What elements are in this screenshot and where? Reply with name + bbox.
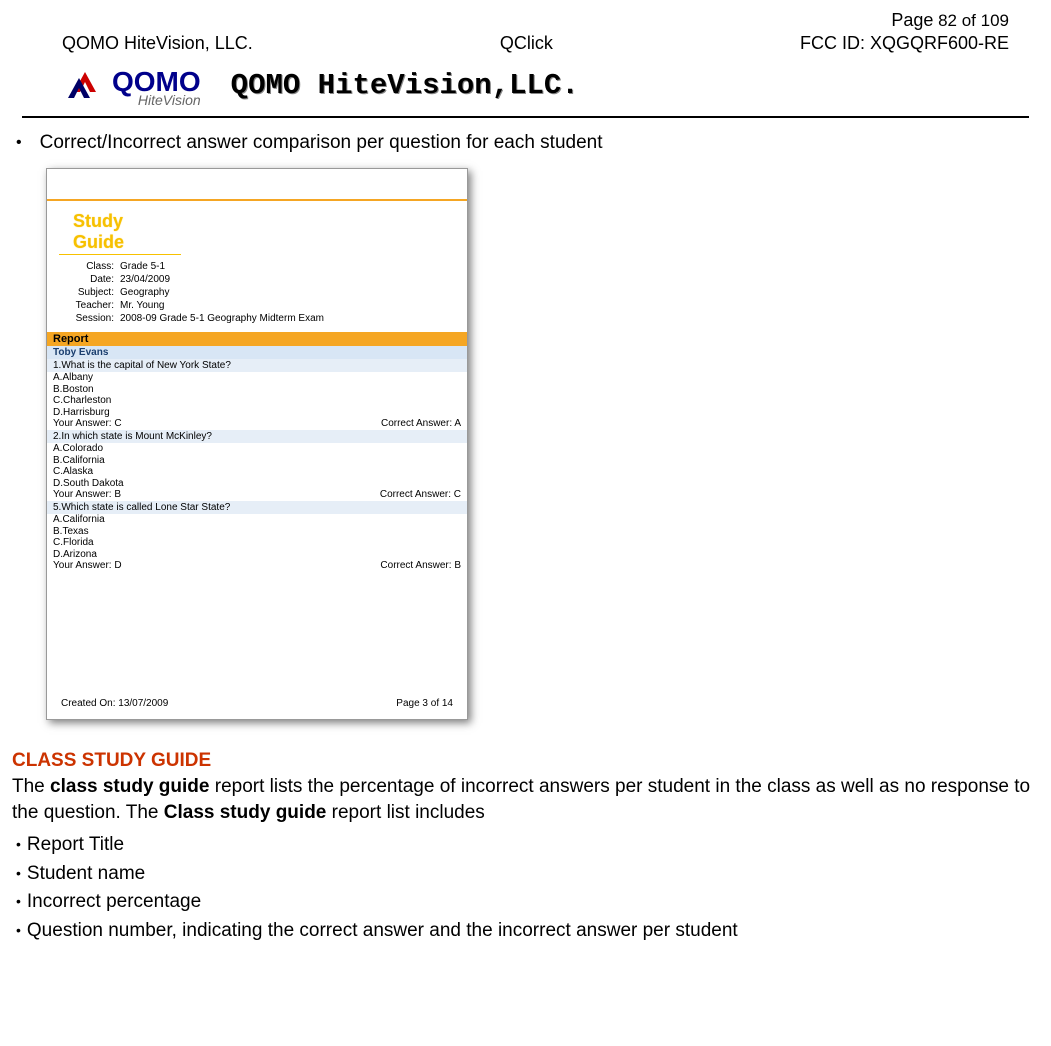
ss-meta-subject: Subject:Geography <box>59 287 455 298</box>
ss-q2-correct: Correct Answer: C <box>380 489 461 500</box>
ss-meta-date: Date:23/04/2009 <box>59 274 455 285</box>
bullet-line-main: • Correct/Incorrect answer comparison pe… <box>12 132 1039 154</box>
ss-footer: Created On: 13/07/2009 Page 3 of 14 <box>47 692 467 719</box>
ss-q2-your: Your Answer: B <box>53 489 121 500</box>
logo-row: QOMO HiteVision QOMO HiteVision,LLC. <box>12 62 1039 108</box>
ss-q3-optB: B.Texas <box>47 526 467 538</box>
ss-q2-optA: A.Colorado <box>47 443 467 455</box>
logo-title: QOMO HiteVision,LLC. <box>231 69 579 102</box>
logo-text-main: QOMO <box>112 69 201 94</box>
bullet-dot-icon: • <box>16 831 21 857</box>
header-rule <box>22 116 1029 118</box>
ss-footer-right: Page 3 of 14 <box>396 698 453 709</box>
ss-q3-optA: A.California <box>47 514 467 526</box>
ss-q1-correct: Correct Answer: A <box>381 418 461 429</box>
header-center: QClick <box>500 33 553 54</box>
ss-q1-optA: A.Albany <box>47 372 467 384</box>
bullet-dot-icon: • <box>16 132 22 154</box>
ss-q2-optC: C.Alaska <box>47 466 467 478</box>
ss-question-1: 1.What is the capital of New York State?… <box>47 359 467 430</box>
ss-q2-answers: Your Answer: B Correct Answer: C <box>47 489 467 501</box>
ss-q1-answers: Your Answer: C Correct Answer: A <box>47 418 467 430</box>
header-right: FCC ID: XQGQRF600-RE <box>800 33 1009 54</box>
ss-q3-text: 5.Which state is called Lone Star State? <box>47 501 467 514</box>
bullet-text: Correct/Incorrect answer comparison per … <box>40 132 603 154</box>
ss-q1-your: Your Answer: C <box>53 418 122 429</box>
page-number: 82 of 109 <box>938 11 1009 30</box>
section-bullet-1: •Report Title <box>12 831 1039 860</box>
ss-q2-optB: B.California <box>47 455 467 467</box>
section-heading: CLASS STUDY GUIDE <box>12 750 1039 772</box>
ss-q2-text: 2.In which state is Mount McKinley? <box>47 430 467 443</box>
bullet-dot-icon: • <box>16 917 21 943</box>
ss-meta-session: Session:2008-09 Grade 5-1 Geography Midt… <box>59 313 455 324</box>
ss-student-name: Toby Evans <box>47 346 467 359</box>
ss-q1-optC: C.Charleston <box>47 395 467 407</box>
ss-q3-optC: C.Florida <box>47 537 467 549</box>
ss-q3-correct: Correct Answer: B <box>380 560 461 571</box>
section-bullet-3: •Incorrect percentage <box>12 888 1039 917</box>
ss-meta: Class:Grade 5-1 Date:23/04/2009 Subject:… <box>47 255 467 332</box>
ss-meta-class: Class:Grade 5-1 <box>59 261 455 272</box>
ss-q1-optB: B.Boston <box>47 384 467 396</box>
bullet-dot-icon: • <box>16 888 21 914</box>
section-paragraph: The class study guide report lists the p… <box>12 774 1039 825</box>
ss-q2-optD: D.South Dakota <box>47 478 467 490</box>
ss-question-3: 5.Which state is called Lone Star State?… <box>47 501 467 572</box>
logo-icon <box>62 62 108 108</box>
bullet-dot-icon: • <box>16 860 21 886</box>
page-label: Page <box>891 10 933 30</box>
ss-question-2: 2.In which state is Mount McKinley? A.Co… <box>47 430 467 501</box>
page-header-top: Page 82 of 109 <box>12 10 1039 31</box>
header-row: QOMO HiteVision, LLC. QClick FCC ID: XQG… <box>12 31 1039 58</box>
study-guide-screenshot: Study Guide Class:Grade 5-1 Date:23/04/2… <box>46 168 468 720</box>
ss-q3-answers: Your Answer: D Correct Answer: B <box>47 560 467 572</box>
section-bullet-2: •Student name <box>12 860 1039 889</box>
ss-meta-teacher: Teacher:Mr. Young <box>59 300 455 311</box>
header-left: QOMO HiteVision, LLC. <box>62 33 253 54</box>
ss-footer-left: Created On: 13/07/2009 <box>61 698 168 709</box>
logo-block: QOMO HiteVision <box>62 62 201 108</box>
ss-title: Study Guide <box>59 209 181 255</box>
section-bullet-4: •Question number, indicating the correct… <box>12 917 1039 946</box>
ss-q1-text: 1.What is the capital of New York State? <box>47 359 467 372</box>
ss-q3-optD: D.Arizona <box>47 549 467 561</box>
ss-report-header: Report <box>47 332 467 346</box>
logo-text-wrapper: QOMO HiteVision <box>112 69 201 108</box>
ss-q1-optD: D.Harrisburg <box>47 407 467 419</box>
ss-topbar <box>47 169 467 199</box>
ss-q3-your: Your Answer: D <box>53 560 122 571</box>
